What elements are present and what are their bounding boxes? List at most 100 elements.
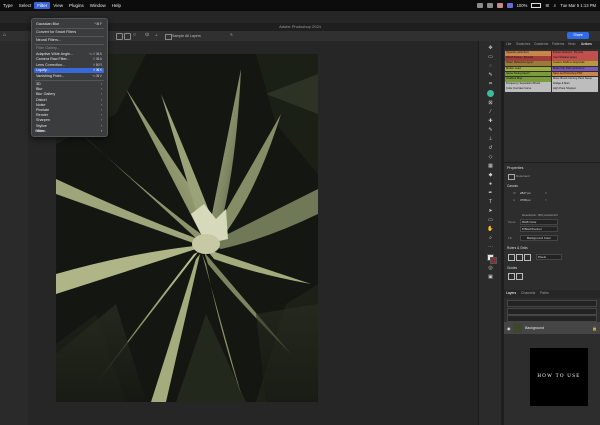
menu-help[interactable]: Help <box>109 2 124 9</box>
guides-lock-icon[interactable] <box>508 273 515 280</box>
status-icon[interactable] <box>486 3 493 8</box>
menu-window[interactable]: Window <box>87 2 109 9</box>
hand-tool-icon[interactable]: ✋ <box>486 226 495 232</box>
guides-visibility-icon[interactable] <box>516 273 523 280</box>
tab-libraries[interactable]: Libr <box>506 42 512 46</box>
search-icon[interactable]: ⌕ <box>554 3 557 9</box>
action-button[interactable]: Wood Frame - 50 pixel <box>505 56 551 61</box>
history-brush-icon[interactable]: ↺ <box>486 145 495 151</box>
background-color-swatch[interactable] <box>490 257 497 264</box>
menu-select[interactable]: Select <box>16 2 35 9</box>
share-button[interactable]: Share <box>567 32 589 39</box>
frame-tool-icon[interactable]: ⊠ <box>486 100 495 106</box>
quick-select-icon[interactable]: ✎ <box>486 72 495 78</box>
generative-fill-icon[interactable] <box>487 90 494 97</box>
visibility-eye-icon[interactable]: ◉ <box>507 326 511 331</box>
pen-tool-icon[interactable]: ✒ <box>486 190 495 196</box>
menu-item-video[interactable]: Video › <box>36 129 104 134</box>
dodge-tool-icon[interactable]: ● <box>486 181 495 187</box>
mode-icon[interactable] <box>124 33 131 40</box>
menu-view[interactable]: View <box>50 2 66 9</box>
artboard-tool-icon[interactable]: ▭ <box>486 54 495 60</box>
menu-type[interactable]: Type <box>0 2 16 9</box>
pressure-icon[interactable]: ⟂ <box>155 33 157 37</box>
menu-item-convert-smart-filters[interactable]: Convert for Smart Filters <box>36 30 104 35</box>
gradient-tool-icon[interactable]: ▦ <box>486 163 495 169</box>
path-select-icon[interactable]: ➤ <box>486 208 495 214</box>
type-tool-icon[interactable]: T <box>486 199 495 205</box>
brush-size-icon[interactable]: ○ <box>133 32 136 38</box>
menu-item-neural-filters[interactable]: Neural Filters... <box>36 38 104 43</box>
menu-item-liquify[interactable]: Liquify... ⇧⌘X <box>34 68 104 74</box>
more-tools-icon[interactable]: ⋯ <box>486 244 495 250</box>
zoom-tool-icon[interactable]: ⌕ <box>486 235 495 241</box>
eyedropper-icon[interactable]: ⁄ <box>486 109 495 115</box>
action-button[interactable]: Frequency Separation Brush <box>505 82 551 87</box>
action-button[interactable]: Molten Lead <box>505 66 551 72</box>
action-button[interactable]: Cast Shadow (type) <box>552 56 598 61</box>
guides-icon[interactable] <box>524 254 531 261</box>
rulers-grids-title: Rulers & Grids <box>507 246 528 250</box>
menu-item-adaptive-wide-angle[interactable]: Adaptive Wide Angle... ⌥⇧⌘A <box>36 52 104 57</box>
layer-filter-row[interactable] <box>507 300 597 307</box>
tab-gradients[interactable]: Gradients <box>534 42 548 46</box>
lasso-tool-icon[interactable]: ◌ <box>486 63 495 69</box>
grid-icon[interactable] <box>516 254 523 261</box>
menu-item-other-label[interactable]: Other <box>35 129 44 133</box>
action-button[interactable]: Make Clip Path (selection) <box>552 66 598 72</box>
sample-icon[interactable]: ⊙ <box>145 32 149 38</box>
layer-name[interactable]: Background <box>525 326 544 330</box>
action-button[interactable]: Gradient Map <box>505 77 551 82</box>
lock-row[interactable] <box>507 315 597 322</box>
action-button[interactable]: High Pass Sharpen <box>552 87 598 92</box>
tool-preset-icon[interactable]: ⌂ <box>3 32 6 38</box>
action-button[interactable]: Water Reflection (type) <box>505 61 551 66</box>
tab-histogram[interactable]: Histo <box>568 42 576 46</box>
tab-swatches[interactable]: Swatches <box>516 42 530 46</box>
blur-tool-icon[interactable]: ◆ <box>486 172 495 178</box>
menu-filter[interactable]: Filter <box>34 2 51 9</box>
mode-icon[interactable] <box>116 33 123 40</box>
tab-paths[interactable]: Paths <box>540 291 549 295</box>
battery-icon <box>531 3 542 8</box>
blend-mode-row[interactable] <box>507 308 597 315</box>
menu-item-camera-raw[interactable]: Camera Raw Filter... ⇧⌘A <box>36 57 104 62</box>
ruler-icon[interactable] <box>508 254 515 261</box>
clone-stamp-icon[interactable]: ⊥ <box>486 136 495 142</box>
crop-tool-icon[interactable]: ⌗ <box>486 81 495 87</box>
brush-icon[interactable]: ✎ <box>230 33 233 37</box>
canvas-height[interactable]: 3768 px <box>520 198 531 202</box>
menu-plugins[interactable]: Plugins <box>66 2 87 9</box>
action-button[interactable]: Save as Photoshop PDF <box>552 71 598 77</box>
action-button[interactable]: Vignette (selection) <box>505 51 551 56</box>
canvas-width[interactable]: 2827 px <box>520 191 531 195</box>
move-tool-icon[interactable]: ✥ <box>486 45 495 51</box>
tab-layers[interactable]: Layers <box>506 291 516 295</box>
rectangle-tool-icon[interactable]: ▭ <box>486 217 495 223</box>
action-button[interactable]: Mixer Brush Cloning Paint Setup <box>552 77 598 82</box>
eraser-icon[interactable]: ◇ <box>486 154 495 160</box>
healing-brush-icon[interactable]: ✚ <box>486 118 495 124</box>
screen-mode-icon[interactable]: ▣ <box>486 274 495 280</box>
brush-tool-icon[interactable]: ✎ <box>486 127 495 133</box>
menu-item-vanishing-point[interactable]: Vanishing Point... ⌥⌘V <box>36 74 104 79</box>
clock[interactable]: Tue Mar 5 1:13 PM <box>560 3 596 8</box>
tab-actions[interactable]: Actions <box>581 42 592 46</box>
sample-all-checkbox[interactable] <box>165 34 172 40</box>
menu-item-gaussian-blur[interactable]: Gaussian Blur ^⌘F <box>36 22 104 27</box>
layers-tabs: Layers Channels Paths <box>504 290 600 298</box>
status-icon[interactable] <box>506 3 513 8</box>
action-button[interactable]: Dodge & Burn <box>552 82 598 87</box>
tab-patterns[interactable]: Patterns <box>552 42 564 46</box>
status-icon[interactable] <box>476 3 483 8</box>
layer-row-background[interactable]: ◉ Background 🔒 <box>504 322 600 334</box>
action-button[interactable]: Frame Channel - 50 pixel <box>552 51 598 56</box>
status-icon[interactable] <box>496 3 503 8</box>
wifi-icon[interactable]: ≋ <box>545 3 549 9</box>
action-button[interactable]: Color Contrast Curve <box>505 87 551 92</box>
menu-item-lens-correction[interactable]: Lens Correction... ⇧⌘R <box>36 63 104 68</box>
action-button[interactable]: Sepia Toning (layer) <box>505 71 551 77</box>
action-button[interactable]: Custom RGB to Grayscale <box>552 61 598 66</box>
quick-mask-icon[interactable]: ◎ <box>486 265 495 271</box>
tab-channels[interactable]: Channels <box>521 291 535 295</box>
